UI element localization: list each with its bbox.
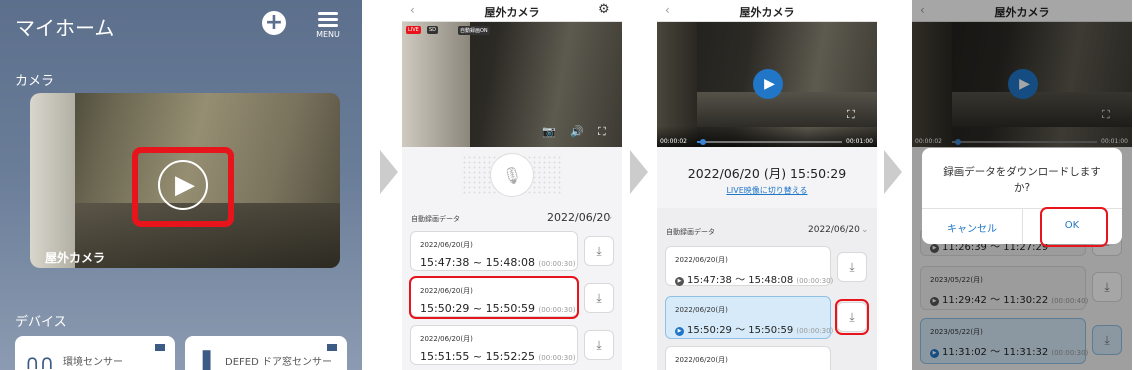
cancel-button[interactable]: キャンセル — [922, 220, 1022, 235]
highlight-box — [835, 299, 869, 335]
play-icon[interactable]: ▶ — [158, 160, 208, 210]
end-time: 00:01:00 — [846, 138, 873, 145]
fullscreen-icon[interactable]: ⛶ — [598, 125, 606, 139]
download-dialog-screen: ‹ 屋外カメラ ▶ ⛶ 00:00:02 00:01:00 ▶ 11:26:39 … — [912, 0, 1132, 370]
download-button[interactable]: ⤓ — [584, 283, 614, 313]
download-button[interactable]: ⤓ — [584, 236, 614, 266]
recording-row[interactable]: 2022/06/20(月) 15:51:55 ~ 15:52:25 (00:00… — [410, 325, 578, 365]
camera-name: 屋外カメラ — [45, 251, 106, 265]
device-card[interactable]: ▐ DEFED ドア窓センサー — [185, 336, 347, 370]
highlight-box — [409, 276, 579, 319]
section-label: 自動録画データ — [666, 228, 715, 236]
download-button[interactable]: ⤓ — [837, 252, 867, 282]
sensor-icon: ∩∩ — [25, 350, 55, 370]
play-icon: ▶ — [675, 277, 684, 286]
camera-section-title: カメラ — [15, 74, 55, 89]
date-selector[interactable]: 2022/06/20 — [808, 225, 860, 235]
device-section-title: デバイス — [15, 315, 67, 330]
battery-icon — [327, 344, 337, 351]
camera-snapshot-icon[interactable]: 📷 — [542, 125, 556, 138]
recording-row[interactable]: 2022/06/20(月) 15:47:38 ~ 15:48:08 (00:00… — [410, 231, 578, 271]
live-screen: ‹ 屋外カメラ ⚙ LIVE SD 自動録画ON 📷 🔊 ⛶ 🎙 自動録画データ… — [402, 0, 622, 370]
play-icon: ▶ — [675, 327, 684, 336]
recording-row-selected[interactable]: 2022/06/20(月) ▶ 15:50:29 〜 15:50:59 (00:0… — [665, 296, 833, 339]
live-badge: LIVE — [406, 26, 421, 34]
device-card[interactable]: ∩∩ 環境センサー — [15, 336, 175, 370]
header-title: 屋外カメラ — [739, 6, 795, 19]
home-screen: マイホーム + MENU カメラ ▶ 屋外カメラ デバイス ∩∩ 環境センサー … — [0, 0, 362, 370]
device-name: 環境センサー — [63, 357, 123, 368]
playback-screen: ‹ 屋外カメラ ▶ ⛶ 00:00:02 00:01:00 2022/06/20… — [657, 0, 877, 370]
seek-handle[interactable] — [700, 139, 706, 145]
sd-badge: SD — [427, 26, 439, 34]
recording-datetime: 2022/06/20 (月) 15:50:29 — [687, 166, 847, 181]
live-video[interactable]: LIVE SD 自動録画ON 📷 🔊 ⛶ — [402, 22, 622, 147]
chevron-down-icon[interactable]: ⌄ — [861, 225, 869, 235]
chevron-down-icon[interactable]: ⌄ — [606, 212, 614, 222]
recording-row[interactable]: 2022/06/20(月) — [665, 346, 831, 370]
door-sensor-icon: ▐ — [195, 350, 211, 370]
play-icon[interactable]: ▶ — [753, 69, 783, 99]
section-label: 自動録画データ — [411, 215, 460, 223]
auto-record-badge: 自動録画ON — [458, 26, 490, 35]
gear-icon[interactable]: ⚙ — [598, 2, 610, 17]
dialog-message: 録画データをダウンロードします か? — [943, 166, 1101, 194]
date-selector[interactable]: 2022/06/20 — [547, 211, 610, 224]
step-arrow-icon — [380, 150, 398, 194]
highlight-box — [1040, 207, 1108, 247]
page-title: マイホーム — [15, 16, 115, 40]
microphone-icon[interactable]: 🎙 — [490, 153, 534, 197]
battery-icon — [155, 344, 165, 351]
hamburger-icon — [318, 12, 338, 15]
recording-row[interactable]: 2022/06/20(月) ▶ 15:47:38 〜 15:48:08 (00:0… — [665, 246, 833, 286]
speaker-icon[interactable]: 🔊 — [570, 125, 584, 138]
switch-to-live-link[interactable]: LIVE映像に切り替える — [657, 185, 877, 196]
menu-button[interactable]: MENU — [314, 10, 342, 42]
step-arrow-icon — [630, 150, 648, 194]
device-name: DEFED ドア窓センサー — [225, 357, 332, 368]
menu-label: MENU — [316, 30, 340, 39]
fullscreen-icon[interactable]: ⛶ — [847, 108, 855, 122]
playback-video[interactable]: ▶ ⛶ 00:00:02 00:01:00 — [657, 22, 877, 147]
header-title: 屋外カメラ — [484, 6, 540, 19]
current-time: 00:00:02 — [660, 138, 687, 145]
download-button[interactable]: ⤓ — [584, 330, 614, 360]
step-arrow-icon — [884, 150, 902, 194]
add-icon[interactable]: + — [262, 11, 286, 35]
